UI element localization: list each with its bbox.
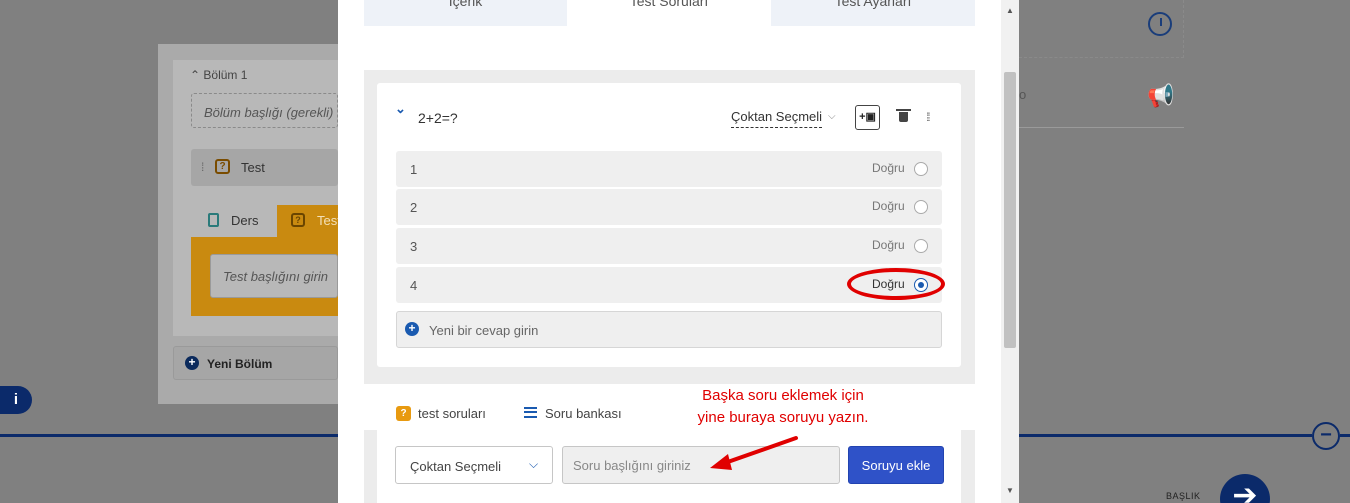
tab-content[interactable]: İçerik — [364, 0, 567, 26]
plus-circle-icon: + — [185, 356, 199, 370]
trash-icon[interactable] — [896, 109, 911, 122]
annotation-arrow — [710, 436, 798, 470]
question-type-select[interactable]: Çoktan Seçmeli — [731, 109, 823, 128]
scroll-thumb[interactable] — [1004, 72, 1016, 348]
tab-test-questions[interactable]: Test Soruları — [567, 0, 771, 26]
new-section-button[interactable]: + Yeni Bölüm — [173, 346, 338, 380]
answer-row[interactable]: 2 Doğru — [396, 189, 942, 225]
chevron-down-icon[interactable]: ⌵ — [828, 111, 836, 122]
divider-line-right — [1340, 434, 1350, 437]
tab-test-questions-list[interactable]: ? test soruları — [378, 398, 506, 430]
correct-radio[interactable] — [914, 162, 928, 176]
question-icon: ? — [291, 213, 305, 227]
question-icon: ? — [215, 159, 230, 174]
list-icon — [524, 407, 537, 418]
chevron-down-icon: ⌵ — [529, 457, 539, 471]
tab-test[interactable]: ? Test — [277, 205, 341, 237]
test-editor-modal: İçerik Test Soruları Test Ayarları ⌄ 2+2… — [338, 0, 1019, 503]
correct-label: Doğru — [872, 199, 905, 213]
tab-ders[interactable]: Ders — [191, 205, 277, 237]
correct-label: Doğru — [872, 161, 905, 175]
answer-label[interactable]: 2 — [410, 200, 417, 215]
correct-label: Doğru — [872, 238, 905, 252]
test-lesson-item[interactable]: ⁞ ? Test — [191, 149, 338, 186]
answer-row[interactable]: 1 Doğru — [396, 151, 942, 187]
tab-question-bank[interactable]: Soru bankası — [524, 398, 634, 430]
minus-circle-icon[interactable]: − — [1312, 422, 1340, 450]
add-question-button[interactable]: Soruyu ekle — [848, 446, 944, 484]
info-icon[interactable]: i — [0, 386, 32, 414]
answer-label[interactable]: 4 — [410, 278, 417, 293]
chevron-up-icon: ⌃ — [190, 68, 201, 82]
test-title-input[interactable]: Test başlığını girin — [210, 254, 338, 298]
correct-radio[interactable] — [914, 239, 928, 253]
footer-label: BAŞLIK — [1166, 491, 1201, 501]
question-title[interactable]: 2+2=? — [418, 110, 458, 126]
section-label: ⌃ Bölüm 1 — [190, 68, 248, 82]
image-icon: ▣ — [865, 111, 876, 123]
drag-handle-icon[interactable]: ⁞⁞ — [926, 110, 930, 124]
highlight-ellipse — [847, 268, 945, 300]
answer-label[interactable]: 3 — [410, 239, 417, 254]
scroll-down-arrow-icon[interactable]: ▼ — [1006, 486, 1014, 495]
correct-radio[interactable] — [914, 200, 928, 214]
new-question-type-select[interactable]: Çoktan Seçmeli ⌵ — [395, 446, 553, 484]
tab-test-settings[interactable]: Test Ayarları — [771, 0, 975, 26]
lesson-type-tabs: Ders ? Test — [191, 205, 341, 237]
test-lesson-label: Test — [241, 160, 265, 175]
annotation-text: Başka soru eklemek için yine buraya soru… — [697, 387, 869, 426]
drag-handle-icon[interactable]: ⁞ — [201, 160, 204, 174]
document-icon — [208, 213, 219, 227]
chevron-down-icon[interactable]: ⌄ — [395, 101, 406, 117]
section-title-input[interactable]: Bölüm başlığı (gerekli) — [191, 93, 338, 128]
new-answer-button[interactable]: + Yeni bir cevap girin — [396, 311, 942, 348]
modal-tabs: İçerik Test Soruları Test Ayarları — [364, 0, 975, 26]
plus-circle-icon: + — [405, 322, 419, 336]
question-title-input[interactable] — [562, 446, 840, 484]
add-image-button[interactable]: +▣ — [855, 105, 880, 130]
question-icon: ? — [396, 406, 411, 421]
clock-icon — [1148, 12, 1172, 36]
answer-label[interactable]: 1 — [410, 162, 417, 177]
megaphone-icon: 📢 — [1147, 83, 1175, 108]
arrow-right-icon[interactable]: ➔ — [1220, 474, 1270, 503]
scroll-up-arrow-icon[interactable]: ▲ — [1006, 6, 1014, 15]
answer-row[interactable]: 3 Doğru — [396, 228, 942, 264]
modal-scrollbar[interactable]: ▲ ▼ — [1001, 0, 1019, 503]
